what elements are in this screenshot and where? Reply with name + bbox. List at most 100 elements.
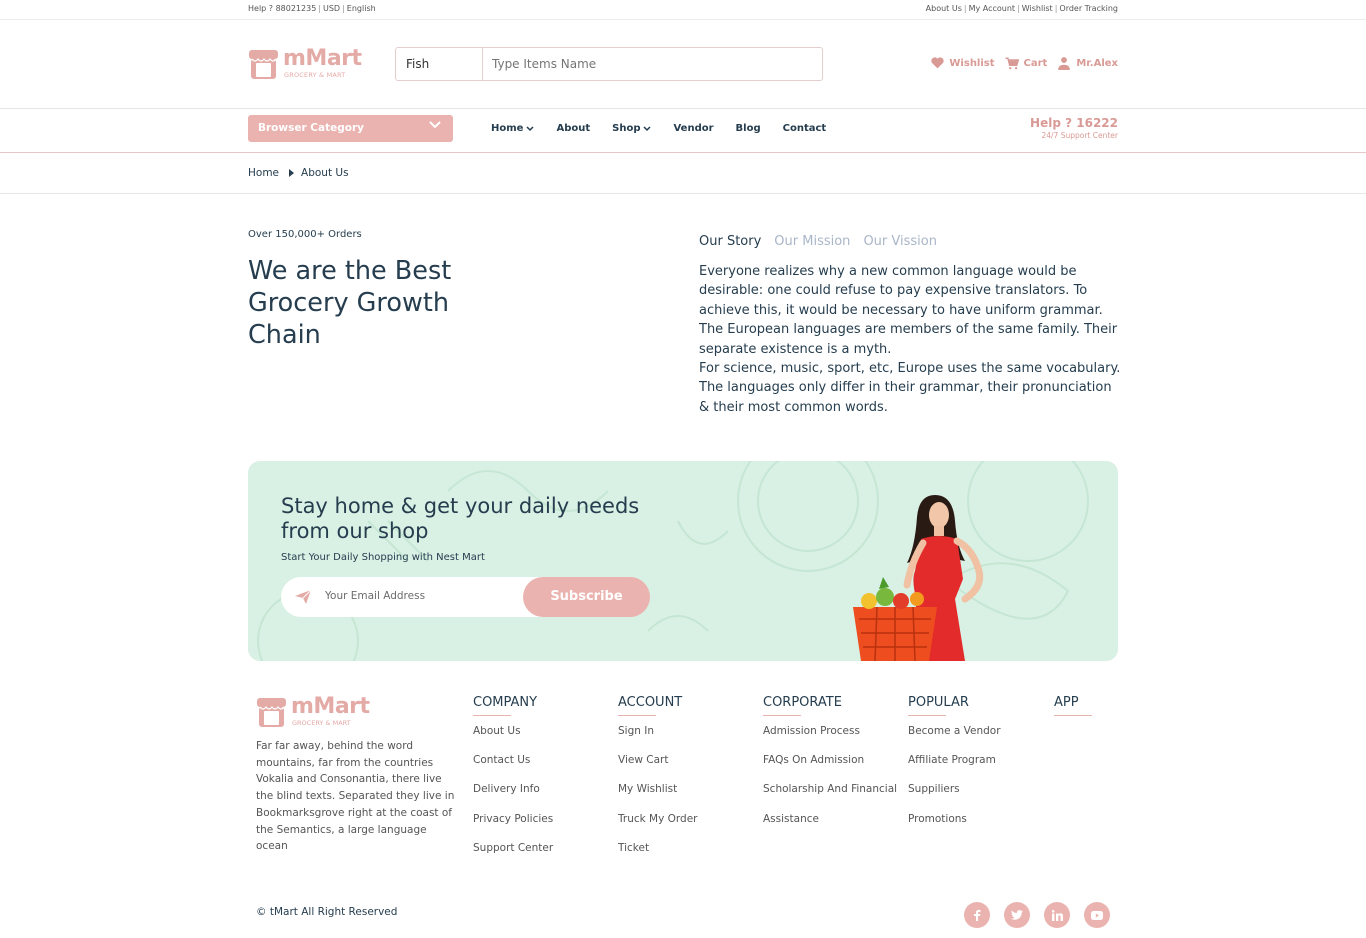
cart-label: Cart	[1023, 57, 1048, 69]
footer-column-title: COMPANY	[473, 695, 553, 716]
cart-icon	[1005, 57, 1019, 69]
brand-tagline: GROCERY & MART	[284, 71, 346, 79]
newsletter-banner: Stay home & get your daily needs from ou…	[248, 461, 1118, 661]
footer-link-become-a-vendor[interactable]: Become a Vendor	[908, 725, 1001, 754]
social-links	[964, 902, 1110, 928]
footer-link-admission-process[interactable]: Admission Process	[763, 725, 897, 754]
nav-item-label: Vendor	[673, 123, 714, 134]
user-name: Mr.Alex	[1076, 57, 1118, 69]
footer-link-support-center[interactable]: Support Center	[473, 842, 553, 871]
footer-link-delivery-info[interactable]: Delivery Info	[473, 783, 553, 812]
footer-link-contact-us[interactable]: Contact Us	[473, 754, 553, 783]
breadcrumb-home[interactable]: Home	[248, 167, 279, 179]
top-link-about-us[interactable]: About Us	[926, 4, 962, 13]
footer-column-company: COMPANY About Us Contact Us Delivery Inf…	[473, 695, 553, 871]
support-number[interactable]: Help ? 16222	[1030, 116, 1118, 130]
search-bar: Fish	[395, 47, 823, 81]
footer-column-title: CORPORATE	[763, 695, 897, 716]
footer-link-ticket[interactable]: Ticket	[618, 842, 697, 871]
copyright: © tMart All Right Reserved	[256, 906, 398, 918]
header-actions: Wishlist Cart Mr.Alex	[931, 55, 1118, 71]
footer-column-app: APP	[1054, 695, 1092, 716]
nav-item-label: Contact	[782, 123, 827, 134]
footer-link-my-wishlist[interactable]: My Wishlist	[618, 783, 697, 812]
footer-column-popular: POPULAR Become a Vendor Affiliate Progra…	[908, 695, 1001, 842]
footer-link-truck-my-order[interactable]: Truck My Order	[618, 813, 697, 842]
subscribe-button[interactable]: Subscribe	[523, 577, 650, 617]
story-paragraph-1: Everyone realizes why a new common langu…	[699, 264, 1118, 357]
chevron-down-icon	[643, 125, 652, 131]
nav-item-home[interactable]: Home	[491, 123, 534, 134]
help-phone: Help ? 88021235	[248, 4, 317, 13]
top-link-order-tracking[interactable]: Order Tracking	[1059, 4, 1118, 13]
browse-category-button[interactable]: Browser Category	[248, 115, 453, 142]
newsletter-email-placeholder: Your Email Address	[325, 590, 426, 602]
tab-our-vission[interactable]: Our Vission	[863, 234, 937, 249]
main-nav: Browser Category Home About Shop Vendor …	[0, 109, 1366, 153]
wishlist-label: Wishlist	[949, 57, 995, 69]
user-account-link[interactable]: Mr.Alex	[1057, 56, 1118, 70]
footer-link-suppiliers[interactable]: Suppiliers	[908, 783, 1001, 812]
footer-brand-tagline: GROCERY & MART	[292, 719, 351, 727]
tab-our-mission[interactable]: Our Mission	[774, 234, 850, 249]
footer-link-privacy-policies[interactable]: Privacy Policies	[473, 813, 553, 842]
top-link-wishlist[interactable]: Wishlist	[1022, 4, 1053, 13]
store-icon	[249, 50, 278, 79]
breadcrumb: Home About Us	[0, 153, 1366, 194]
about-headline: We are the Best Grocery Growth Chain	[248, 256, 452, 350]
linkedin-icon[interactable]	[1044, 902, 1070, 928]
wishlist-link[interactable]: Wishlist	[931, 57, 995, 69]
footer-link-faqs-on-admission[interactable]: FAQs On Admission	[763, 754, 897, 783]
caret-right-icon	[289, 169, 295, 177]
nav-item-about[interactable]: About	[556, 123, 590, 134]
nav-item-blog[interactable]: Blog	[736, 123, 761, 134]
about-tabs: Our Story Our Mission Our Vission	[699, 234, 937, 249]
language-selector[interactable]: English	[347, 4, 376, 13]
search-category-select[interactable]: Fish	[396, 48, 483, 80]
footer-link-scholarship-and-financial[interactable]: Scholarship And Financial	[763, 783, 897, 812]
support-caption: 24/7 Support Center	[1041, 131, 1118, 140]
send-icon	[295, 590, 311, 604]
footer-logo[interactable]: mMart GROCERY & MART	[256, 694, 376, 731]
top-link-my-account[interactable]: My Account	[969, 4, 1015, 13]
footer-column-account: ACCOUNT Sign In View Cart My Wishlist Tr…	[618, 695, 697, 871]
breadcrumb-current: About Us	[301, 167, 349, 179]
brand-name: mMart	[283, 46, 362, 71]
nav-item-label: Home	[491, 123, 524, 134]
footer-column-corporate: CORPORATE Admission Process FAQs On Admi…	[763, 695, 897, 842]
footer-link-about-us[interactable]: About Us	[473, 725, 553, 754]
footer-link-assistance[interactable]: Assistance	[763, 813, 897, 842]
logo[interactable]: mMart GROCERY & MART	[248, 46, 368, 83]
nav-item-label: Blog	[735, 123, 761, 134]
top-bar-left: Help ? 88021235 | USD | English	[248, 4, 376, 13]
header: mMart GROCERY & MART Fish Wishlist Cart …	[0, 20, 1366, 109]
footer-link-sign-in[interactable]: Sign In	[618, 725, 697, 754]
newsletter-subtitle: Start Your Daily Shopping with Nest Mart	[281, 552, 485, 563]
nav-item-label: Shop	[612, 123, 641, 134]
nav-item-label: About	[556, 123, 591, 134]
nav-item-vendor[interactable]: Vendor	[673, 123, 713, 134]
story-paragraph-2: For science, music, sport, etc, Europe u…	[699, 361, 1121, 415]
support-help: Help ? 16222 24/7 Support Center	[1030, 116, 1118, 140]
footer-description: Far far away, behind the word mountains,…	[256, 740, 455, 853]
nav-item-contact[interactable]: Contact	[783, 123, 827, 134]
cart-link[interactable]: Cart	[1005, 57, 1048, 70]
youtube-icon[interactable]	[1084, 902, 1110, 928]
user-icon	[1058, 57, 1071, 70]
nav-menu: Home About Shop Vendor Blog Contact	[491, 123, 848, 134]
shopping-woman-image	[853, 495, 984, 661]
footer-column-title: ACCOUNT	[618, 695, 697, 716]
search-input[interactable]	[484, 48, 822, 80]
store-icon	[257, 698, 286, 727]
chevron-down-icon	[526, 125, 534, 131]
tab-our-story[interactable]: Our Story	[699, 234, 761, 249]
footer-brand-name: mMart	[291, 694, 370, 719]
footer-link-view-cart[interactable]: View Cart	[618, 754, 697, 783]
top-bar: Help ? 88021235 | USD | English About Us | My …	[0, 0, 1366, 20]
facebook-icon[interactable]	[964, 902, 990, 928]
footer-link-promotions[interactable]: Promotions	[908, 813, 1001, 842]
nav-item-shop[interactable]: Shop	[612, 123, 652, 134]
footer-link-affiliate-program[interactable]: Affiliate Program	[908, 754, 1001, 783]
twitter-icon[interactable]	[1004, 902, 1030, 928]
currency-selector[interactable]: USD	[323, 4, 340, 13]
